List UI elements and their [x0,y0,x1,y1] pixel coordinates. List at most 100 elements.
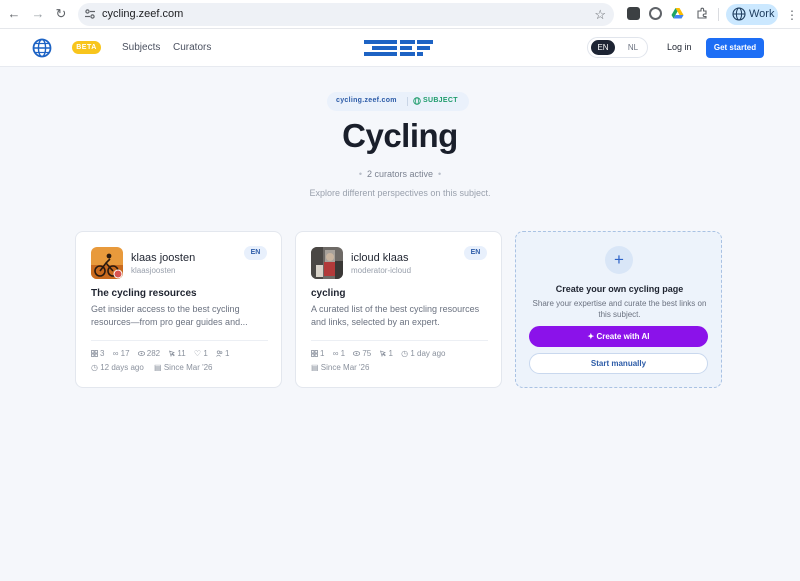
views-stat: 75 [353,349,371,358]
zeef-globe-logo-icon[interactable] [32,38,52,58]
blocks-count: 3 [100,349,105,358]
page-subtitle: Explore different perspectives on this s… [309,188,491,198]
pill-domain[interactable]: cycling.zeef.com [336,97,397,104]
beta-badge: BETA [72,41,101,54]
curator-handle: klaasjoosten [131,266,176,275]
forward-icon[interactable]: → [30,6,46,22]
curator-card[interactable]: klaas joosten klaasjoosten EN The cyclin… [75,231,282,388]
get-started-button[interactable]: Get started [706,38,764,58]
blocks-stat: 3 [91,349,104,358]
start-manually-button[interactable]: Start manually [529,353,708,374]
followers-stat: 1 [216,349,229,358]
lang-nl-option[interactable]: NL [621,40,645,55]
nav-subjects-link[interactable]: Subjects [122,42,160,53]
eye-icon [137,351,145,356]
updated-meta: ◷ 12 days ago [91,363,144,372]
browser-menu-icon[interactable]: ⋮ [786,8,798,22]
page-stats: 3 ∞ 17 282 11 ♡ 1 1 [91,349,235,359]
zeef-wordmark-logo[interactable] [364,39,434,57]
clicks-count: 1 [388,349,393,358]
q-extension-icon[interactable] [627,7,640,20]
link-icon: ∞ [332,349,339,358]
curators-count: • 2 curators active • [0,169,800,179]
link-icon: ∞ [112,349,119,358]
links-stat: ∞ 1 [333,349,345,358]
site-settings-icon[interactable] [84,8,96,20]
vpn-extension-icon[interactable] [649,7,662,20]
browser-toolbar: ← → ↻ cycling.zeef.com ☆ Work ⋮ [0,0,800,29]
updated-time: 1 day ago [410,349,446,358]
globe-icon [732,7,746,21]
language-toggle: EN NL [587,37,648,58]
profile-chip[interactable]: Work [726,4,778,25]
since-date: Since Mar '26 [320,363,370,372]
curator-avatar [91,247,123,279]
updated-time: 12 days ago [100,363,144,372]
page-description: Get insider access to the best cycling r… [91,304,248,327]
sparkles-icon: ✦ [587,332,595,341]
blocks-count: 1 [320,349,325,358]
heart-icon: ♡ [193,349,202,358]
address-bar[interactable]: cycling.zeef.com ☆ [78,3,614,26]
lang-en-option[interactable]: EN [591,40,615,55]
clock-icon: ◷ [91,363,98,372]
cursor-click-icon [380,350,387,357]
bullet-dot: • [358,169,362,179]
subject-globe-icon [413,97,421,105]
create-with-ai-label: Create with AI [596,332,650,341]
create-page-card: + Create your own cycling page Share you… [515,231,722,388]
pill-divider [407,97,408,106]
curators-active-text: 2 curators active [366,169,434,179]
likes-count: 1 [203,349,208,358]
grid-icon [311,350,318,357]
grid-icon [91,350,98,357]
clicks-stat: 1 [379,349,393,358]
url-text[interactable]: cycling.zeef.com [102,8,183,20]
links-stat: ∞ 17 [113,349,130,358]
page-stats: 1 ∞ 1 75 1 ◷ 1 day ago [311,349,452,359]
drive-icon[interactable] [671,7,684,20]
toolbar-divider [718,8,719,21]
curator-name[interactable]: klaas joosten [131,252,195,264]
users-icon [216,350,223,357]
create-with-ai-button[interactable]: ✦ Create with AI [529,326,708,347]
calendar-icon: ▤ [154,363,162,372]
reload-icon[interactable]: ↻ [53,6,69,22]
create-title: Create your own cycling page [555,284,684,294]
subject-breadcrumb-pill: cycling.zeef.com SUBJECT [327,92,469,111]
since-meta: ▤ Since Mar '26 [154,363,212,372]
views-stat: 282 [137,349,160,358]
clock-icon: ◷ [401,349,409,358]
clicks-stat: 11 [168,349,186,358]
since-meta: ▤ Since Mar '26 [311,363,369,372]
page-meta: ◷ 12 days ago ▤ Since Mar '26 [91,363,221,372]
curator-card[interactable]: icloud klaas moderator-icloud EN cycling… [295,231,502,388]
nav-curators-link[interactable]: Curators [173,42,211,53]
page-description: A curated list of the best cycling resou… [311,304,480,327]
links-count: 1 [340,349,346,358]
page-title-link[interactable]: cycling [311,288,345,299]
page-title: Cycling [342,117,458,154]
cursor-click-icon [169,350,176,357]
bullet-dot: • [438,169,442,179]
eye-icon [353,351,361,356]
language-badge: EN [244,246,267,260]
pill-subject-label: SUBJECT [423,97,458,104]
followers-count: 1 [225,349,230,358]
cyclist-avatar-icon [91,247,123,279]
views-count: 75 [362,349,372,358]
create-description: Share your expertise and curate the best… [532,299,707,319]
curator-avatar [311,247,343,279]
blocks-stat: 1 [311,349,324,358]
bookmark-star-icon[interactable]: ☆ [594,7,606,23]
profile-label: Work [749,8,775,20]
plus-icon[interactable]: + [605,246,633,274]
page-title-link[interactable]: The cycling resources [91,288,197,299]
back-icon[interactable]: ← [6,6,22,22]
card-divider [311,340,488,341]
puzzle-icon[interactable] [696,7,709,20]
login-link[interactable]: Log in [667,42,692,52]
language-badge: EN [464,246,487,260]
page-meta: ▤ Since Mar '26 [311,363,377,372]
curator-name[interactable]: icloud klaas [351,252,408,264]
